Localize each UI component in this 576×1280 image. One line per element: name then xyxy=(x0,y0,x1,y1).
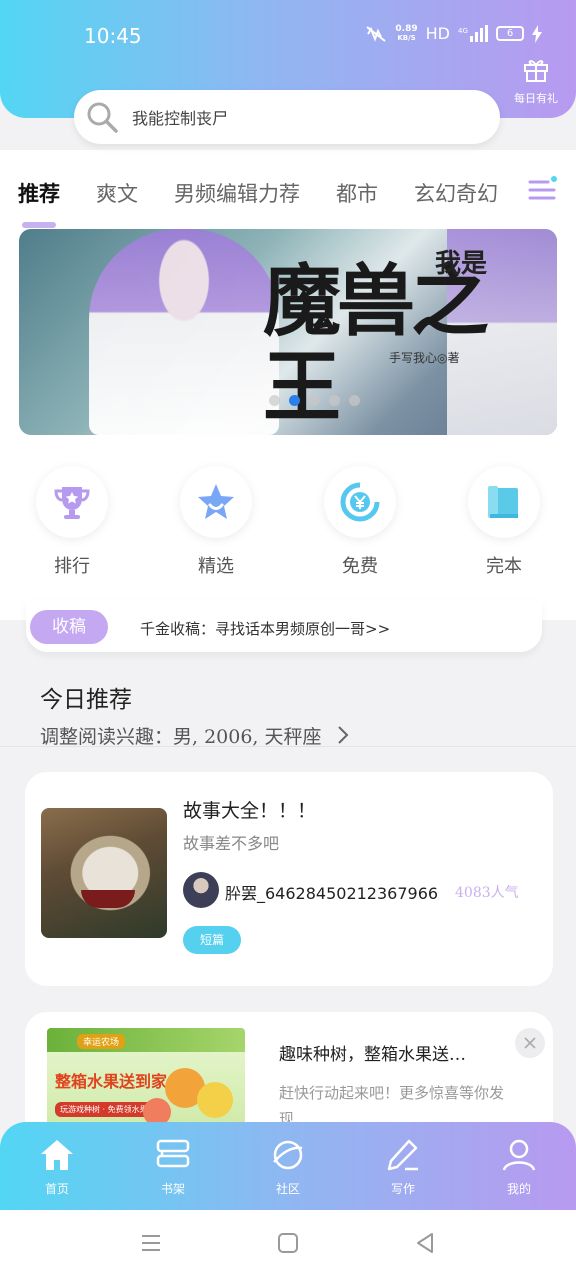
quick-link-free[interactable]: 免费 xyxy=(322,466,398,578)
home-button-icon[interactable] xyxy=(277,1232,299,1254)
battery-icon: 6 xyxy=(496,26,524,41)
banner-dot-active[interactable] xyxy=(289,395,300,406)
net-speed-unit: KB/S xyxy=(397,33,416,42)
interest-settings-link[interactable]: 调整阅读兴趣：男, 2006, 天秤座 xyxy=(40,722,350,749)
quick-link-circle xyxy=(468,466,540,538)
quick-link-ranking[interactable]: 排行 xyxy=(34,466,110,578)
ad-image-text: 整箱水果送到家 xyxy=(55,1072,168,1091)
gift-label: 每日有礼 xyxy=(514,92,558,105)
planet-icon xyxy=(273,1140,303,1170)
user-icon xyxy=(502,1139,536,1171)
tab-urban[interactable]: 都市 xyxy=(336,178,378,212)
quick-link-label: 免费 xyxy=(342,556,378,577)
ad-image-badge: 幸运农场 xyxy=(77,1034,126,1049)
pen-icon xyxy=(387,1139,418,1171)
avatar[interactable] xyxy=(183,872,219,908)
banner-small-title: 我是 xyxy=(435,249,488,279)
free-yen-icon xyxy=(340,482,380,522)
star-icon xyxy=(198,484,234,519)
ad-close-button[interactable] xyxy=(515,1028,545,1058)
story-card[interactable]: 故事大全！！！ 故事差不多吧 肸罢_6462845021236796​6 408… xyxy=(25,772,553,986)
banner-dot[interactable] xyxy=(309,395,320,406)
promo-banner[interactable]: 魔兽之王 我是 手写我心◎著 xyxy=(19,229,557,435)
quick-link-completed[interactable]: 完本 xyxy=(466,466,542,578)
trophy-icon xyxy=(54,487,90,519)
recents-icon[interactable] xyxy=(140,1232,162,1254)
nav-label: 书架 xyxy=(160,1182,185,1196)
quick-link-circle xyxy=(324,466,396,538)
announcement-tag: 收稿 xyxy=(30,610,108,644)
quick-link-label: 精选 xyxy=(198,556,234,577)
nav-write[interactable]: 写作 xyxy=(358,1138,448,1197)
ad-image: 幸运农场 整箱水果送到家 玩游戏种树 · 免费领水果 xyxy=(47,1028,245,1128)
signal-icon: 4G xyxy=(458,24,488,42)
tab-shuangwen[interactable]: 爽文 xyxy=(96,178,138,212)
system-navigation xyxy=(0,1210,576,1280)
quick-link-circle xyxy=(180,466,252,538)
charging-icon xyxy=(532,24,542,43)
banner-author: 手写我心◎著 xyxy=(389,351,460,365)
nav-community[interactable]: 社区 xyxy=(243,1138,333,1197)
search-icon xyxy=(87,102,118,133)
cover-detail xyxy=(81,890,135,908)
author-name[interactable]: 肸罢_6462845021236796​6 xyxy=(225,880,438,904)
fruit-graphic xyxy=(197,1082,233,1118)
bookshelf-icon xyxy=(156,1139,190,1168)
nav-label: 写作 xyxy=(390,1182,415,1196)
search-placeholder: 我能控制丧尸 xyxy=(132,109,229,128)
announcement-text: 千金收稿：寻找话本男频原创一哥>> xyxy=(140,620,391,638)
banner-illustration xyxy=(89,229,279,435)
quick-link-label: 排行 xyxy=(54,556,90,577)
banner-dot[interactable] xyxy=(269,395,280,406)
ad-image-subtext: 玩游戏种树 · 免费领水果 xyxy=(55,1102,153,1117)
nav-profile[interactable]: 我的 xyxy=(474,1138,564,1197)
banner-dot[interactable] xyxy=(349,395,360,406)
nav-label: 首页 xyxy=(44,1182,69,1196)
story-description: 故事差不多吧 xyxy=(183,834,280,853)
quick-link-label: 完本 xyxy=(486,556,522,577)
nav-bookshelf[interactable]: 书架 xyxy=(128,1138,218,1197)
net-speed-value: 0.89 xyxy=(395,23,418,34)
tab-indicator xyxy=(22,222,56,228)
daily-gift-button[interactable]: 每日有礼 xyxy=(508,56,564,106)
close-icon xyxy=(524,1037,536,1049)
bottom-navigation: 首页 书架 社区 写作 我的 xyxy=(0,1122,576,1210)
category-tabs: 推荐 爽文 男频编辑力荐 都市 玄幻奇幻 xyxy=(18,178,528,212)
ad-title: 趣味种树，整箱水果送… xyxy=(279,1045,466,1065)
menu-icon xyxy=(528,176,557,200)
tab-fantasy[interactable]: 玄幻奇幻 xyxy=(414,178,498,212)
hd-indicator: HD xyxy=(425,24,450,43)
tab-editor-picks[interactable]: 男频编辑力荐 xyxy=(174,178,300,212)
divider xyxy=(0,746,576,747)
search-input[interactable]: 我能控制丧尸 xyxy=(74,90,500,144)
banner-pagination xyxy=(269,395,360,406)
status-time: 10:45 xyxy=(84,24,142,48)
vibrate-icon xyxy=(366,25,387,42)
section-title: 今日推荐 xyxy=(40,687,132,713)
announcement-bar[interactable]: 收稿 千金收稿：寻找话本男频原创一哥>> xyxy=(26,600,542,652)
back-icon[interactable] xyxy=(414,1232,436,1254)
quick-link-circle xyxy=(36,466,108,538)
category-menu-button[interactable] xyxy=(528,174,560,204)
book-icon xyxy=(488,486,518,518)
nav-home[interactable]: 首页 xyxy=(12,1138,102,1197)
popularity-count: 4083人气 xyxy=(455,885,519,901)
status-icons: 0.89 KB/S HD 4G 6 xyxy=(365,24,542,43)
nav-label: 我的 xyxy=(506,1182,531,1196)
story-title: 故事大全！！！ xyxy=(183,800,317,822)
quick-link-featured[interactable]: 精选 xyxy=(178,466,254,578)
status-bar: 10:45 0.89 KB/S HD 4G 6 xyxy=(0,0,576,70)
genre-tag[interactable]: 短篇 xyxy=(183,926,241,954)
chevron-right-icon xyxy=(337,726,348,744)
gift-icon xyxy=(524,60,548,82)
home-icon xyxy=(41,1140,73,1170)
nav-label: 社区 xyxy=(275,1182,300,1196)
story-cover-image xyxy=(41,808,167,938)
interest-settings-text: 调整阅读兴趣：男, 2006, 天秤座 xyxy=(40,726,322,748)
banner-dot[interactable] xyxy=(329,395,340,406)
svg-text:4G: 4G xyxy=(458,27,468,35)
net-speed: 0.89 KB/S xyxy=(395,23,418,43)
tab-recommend[interactable]: 推荐 xyxy=(18,178,60,212)
